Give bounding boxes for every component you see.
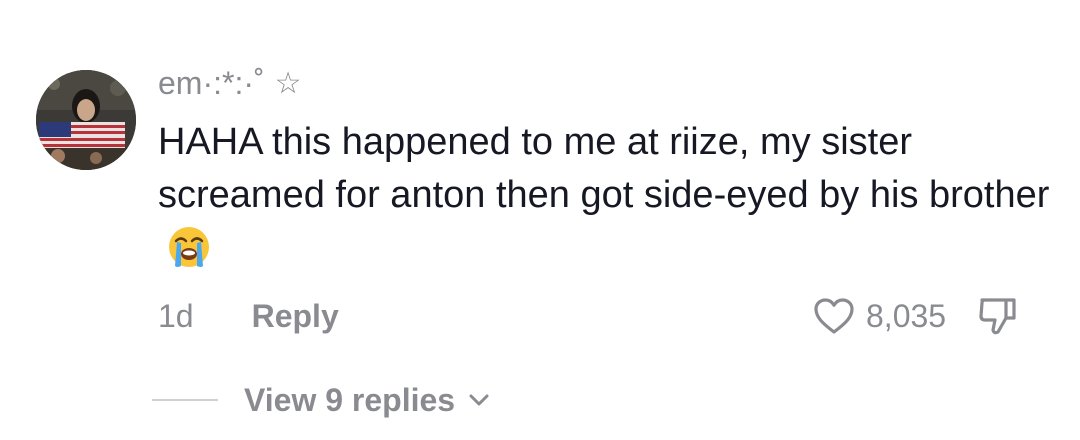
timestamp: 1d: [158, 297, 194, 334]
like-button[interactable]: [812, 296, 856, 336]
like-group: 8,035: [812, 294, 1020, 338]
comment-meta: 1d Reply: [158, 294, 339, 338]
avatar-photo: [36, 70, 136, 170]
view-replies-button[interactable]: View 9 replies: [244, 382, 491, 419]
heart-outline-icon: [814, 298, 854, 334]
replies-divider: [152, 399, 218, 401]
view-replies-label: View 9 replies: [244, 381, 456, 418]
like-count: 8,035: [866, 297, 947, 334]
comment-body: HAHA this happened to me at riize, my si…: [158, 121, 1050, 216]
reply-button[interactable]: Reply: [252, 298, 339, 335]
chevron-down-icon: [469, 394, 489, 406]
username[interactable]: em·:*:·˚: [158, 65, 265, 102]
star-outline-icon: ☆: [274, 66, 302, 100]
dislike-button[interactable]: [976, 294, 1020, 338]
username-row: em·:*:·˚ ☆: [158, 62, 302, 104]
loudly-crying-face-icon: [166, 224, 212, 270]
comment-item: em·:*:·˚ ☆ HAHA this happened to me at r…: [0, 0, 1080, 440]
thumbs-down-outline-icon: [979, 298, 1016, 335]
view-replies-row: View 9 replies: [152, 378, 491, 422]
avatar[interactable]: [36, 70, 136, 170]
comment-text: HAHA this happened to me at riize, my si…: [158, 116, 1058, 275]
